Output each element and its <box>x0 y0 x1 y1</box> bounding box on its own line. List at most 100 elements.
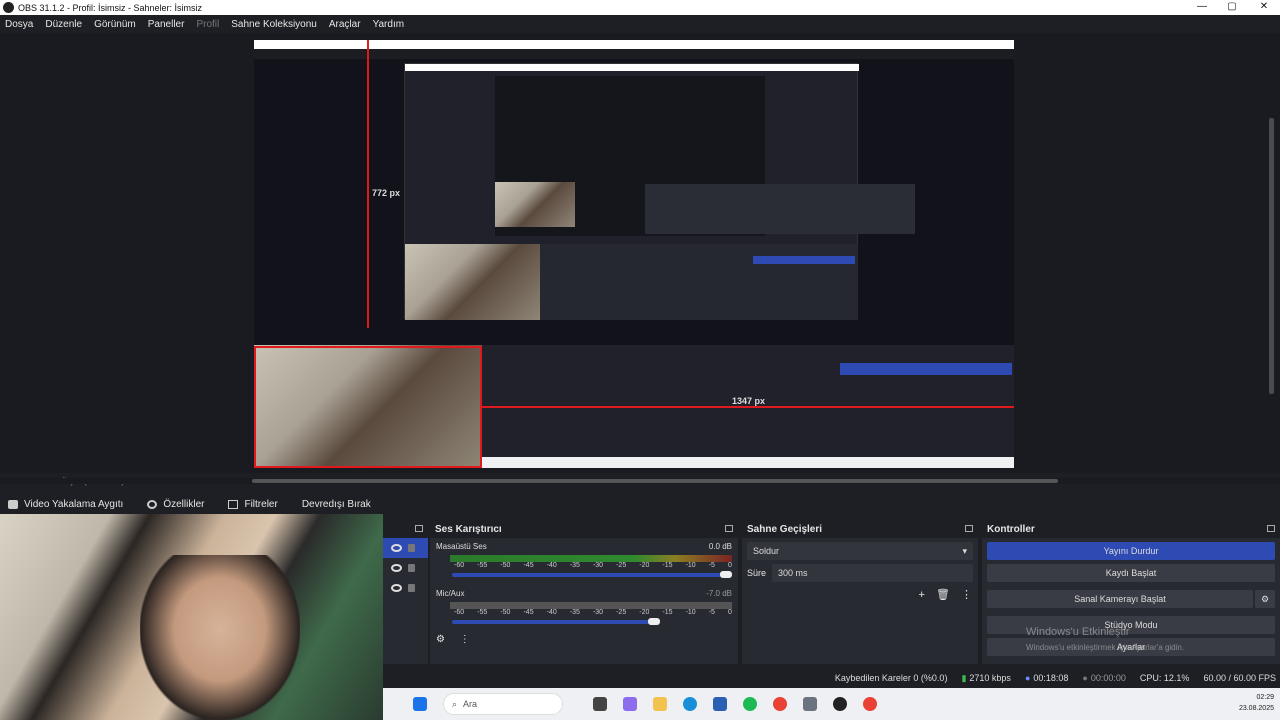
popout-icon[interactable] <box>415 525 423 532</box>
close-button[interactable]: ✕ <box>1248 0 1280 15</box>
stream-icon: ● <box>1024 673 1031 683</box>
record-icon: ● <box>1082 673 1088 683</box>
menu-docks[interactable]: Paneller <box>148 19 185 30</box>
camera-icon <box>8 499 18 509</box>
menu-file[interactable]: Dosya <box>5 19 33 30</box>
volume-slider[interactable] <box>452 618 660 625</box>
virtual-cam-button[interactable]: Sanal Kamerayı Başlat <box>987 590 1253 608</box>
gear-icon[interactable]: ⚙ <box>1255 590 1275 608</box>
activation-subtitle: Windows'u etkinleştirmek için Ayarlar'a … <box>1026 643 1185 652</box>
duration-input[interactable]: 300 ms <box>772 564 973 582</box>
volume-meter <box>450 555 732 562</box>
height-label: 772 px <box>372 188 401 198</box>
chrome-icon[interactable] <box>863 697 877 711</box>
menu-help[interactable]: Yardım <box>373 19 405 30</box>
edge-icon[interactable] <box>683 697 697 711</box>
window-titlebar: OBS 31.1.2 - Profil: İsimsiz - Sahneler:… <box>0 0 1280 15</box>
cpu-usage: CPU: 12.1% <box>1139 673 1190 683</box>
filters-button[interactable]: Filtreler <box>228 499 278 510</box>
mixer-channel-desktop: Masaüstü Ses 0.0 dB -60 -55 -50 -45 -40 -35 -30… <box>430 538 738 578</box>
more-options-icon[interactable]: ⋮ <box>961 589 972 601</box>
source-row[interactable] <box>383 558 428 578</box>
menu-edit[interactable]: Düzenle <box>45 19 82 30</box>
source-row-video-capture[interactable] <box>383 538 428 558</box>
virtual-cam-row: Sanal Kamerayı Başlat ⚙ <box>982 586 1280 612</box>
window-title: OBS 31.1.2 - Profil: İsimsiz - Sahneler:… <box>18 2 203 13</box>
transition-select[interactable]: Soldur ▾ <box>747 542 973 560</box>
system-clock[interactable]: 02:29 23.08.2025 <box>1239 692 1274 714</box>
sources-list <box>383 521 428 664</box>
popout-icon[interactable] <box>1267 525 1275 532</box>
webcam-person <box>140 555 300 720</box>
file-explorer-icon[interactable] <box>653 697 667 711</box>
channel-db: 0.0 dB <box>708 542 732 551</box>
mixer-footer: ⚙ ⋮ <box>430 624 738 655</box>
popout-icon[interactable] <box>965 525 973 532</box>
trash-icon[interactable]: 🗑 <box>936 589 950 601</box>
chrome-icon[interactable] <box>773 697 787 711</box>
nested-obs-window <box>404 63 915 320</box>
maximize-button[interactable]: ▢ <box>1216 0 1248 15</box>
search-icon: ⌕ <box>452 698 458 709</box>
activation-title: Windows'u Etkinleştir <box>1026 626 1130 638</box>
add-icon[interactable]: + <box>918 589 924 601</box>
start-record-button[interactable]: Kaydı Başlat <box>987 564 1275 582</box>
stop-stream-button[interactable]: Yayını Durdur <box>987 542 1275 560</box>
source-toolbar: Video Yakalama Aygıtı Özellikler Filtrel… <box>0 494 1280 514</box>
menu-scene-collection[interactable]: Sahne Koleksiyonu <box>231 19 317 30</box>
lock-icon[interactable] <box>408 544 415 552</box>
lock-icon[interactable] <box>408 584 415 592</box>
gear-icon <box>147 499 158 509</box>
menu-view[interactable]: Görünüm <box>94 19 136 30</box>
duration-row: Süre 300 ms <box>747 564 973 582</box>
volume-slider[interactable] <box>452 571 732 578</box>
advanced-audio-icon[interactable]: ⚙ <box>436 634 445 645</box>
menu-profile[interactable]: Profil <box>196 19 219 30</box>
windows-start-icon[interactable] <box>413 697 427 711</box>
channel-db: -7.0 dB <box>706 589 732 598</box>
record-time: 00:00:00 <box>1090 673 1126 683</box>
taskbar-search[interactable]: ⌕ Ara <box>443 693 563 715</box>
menu-bar: Dosya Düzenle Görünüm Paneller Profil Sa… <box>0 15 1280 33</box>
lock-icon[interactable] <box>408 564 415 572</box>
meter-scale: -60 -55 -50 -45 -40 -35 -30 -25 -20 -15 -10 -5 0 <box>454 562 732 569</box>
transitions-title: Sahne Geçişleri <box>742 521 978 538</box>
store-icon[interactable] <box>713 697 727 711</box>
meter-scale: -60 -55 -50 -45 -40 -35 -30 -25 -20 -15 -10 -5 0 <box>454 609 732 616</box>
duration-label: Süre <box>747 568 767 578</box>
width-label: 1347 px <box>732 396 766 406</box>
fps: 60.00 / 60.00 FPS <box>1203 673 1276 683</box>
channel-name: Masaüstü Ses <box>436 542 487 551</box>
source-row[interactable] <box>383 578 428 598</box>
menu-tools[interactable]: Araçlar <box>329 19 361 30</box>
obs-taskbar-icon[interactable] <box>833 697 847 711</box>
settings-icon[interactable] <box>803 697 817 711</box>
more-options-icon[interactable]: ⋮ <box>460 634 470 645</box>
mixer-channel-mic: Mic/Aux -7.0 dB -60 -55 -50 -45 -40 -35 -30 -25-… <box>430 585 738 625</box>
preview-canvas[interactable]: 772 px 1347 px <box>254 40 1014 468</box>
preview-horizontal-scrollbar[interactable] <box>0 478 1280 484</box>
popout-icon[interactable] <box>725 525 733 532</box>
channel-name: Mic/Aux <box>436 589 465 598</box>
minimize-button[interactable]: — <box>1186 0 1218 15</box>
properties-button[interactable]: Özellikler <box>147 499 204 510</box>
visibility-icon[interactable] <box>391 564 402 572</box>
nested-dock <box>645 184 915 234</box>
visibility-icon[interactable] <box>391 584 402 592</box>
height-guide-line <box>367 40 369 328</box>
preview-vertical-scrollbar[interactable] <box>1269 118 1274 394</box>
chevron-down-icon: ▾ <box>962 545 967 556</box>
spotify-icon[interactable] <box>743 697 757 711</box>
source-name: Video Yakalama Aygıtı <box>8 499 123 510</box>
windows-taskbar: ⌕ Ara 02:29 23.08.2025 <box>383 688 1280 720</box>
transition-buttons: + 🗑 ⋮ <box>742 584 978 605</box>
copilot-icon[interactable] <box>623 697 637 711</box>
selected-source-bounds[interactable] <box>254 346 482 468</box>
audio-mixer-title: Ses Karıştırıcı <box>430 521 738 538</box>
width-guide-line <box>482 406 1014 408</box>
controls-title: Kontroller <box>982 521 1280 538</box>
deactivate-button[interactable]: Devredışı Bırak <box>302 499 371 510</box>
task-view-icon[interactable] <box>593 697 607 711</box>
visibility-icon[interactable] <box>391 544 402 552</box>
signal-icon: ▮ <box>961 672 967 683</box>
